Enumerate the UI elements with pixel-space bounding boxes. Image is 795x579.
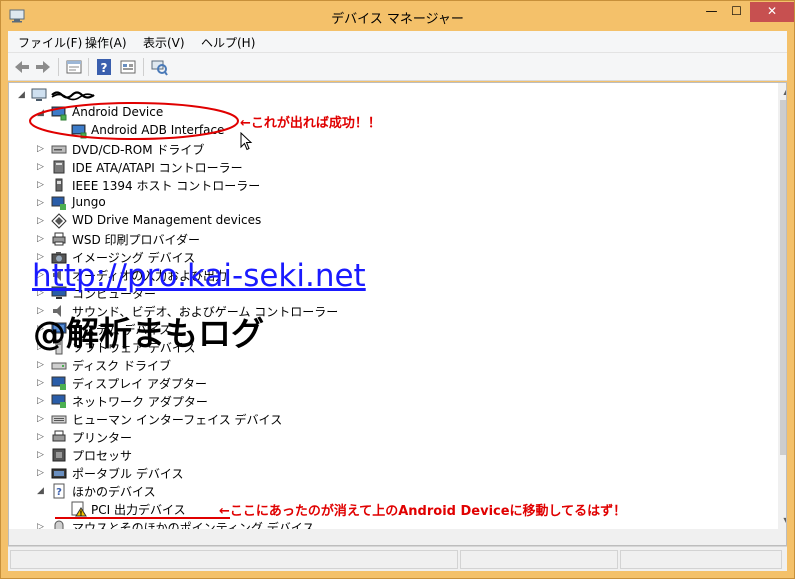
scroll-up-icon[interactable]: ▲: [778, 83, 786, 100]
tree-node-label: IDE ATA/ATAPI コントローラー: [72, 161, 243, 175]
menu-action[interactable]: 操作(A): [85, 34, 127, 51]
portable-icon: [51, 468, 67, 479]
wd-icon: [51, 213, 67, 229]
highlight-ellipse: [29, 102, 239, 140]
display-icon: [51, 376, 66, 390]
menu-file[interactable]: ファイル(F): [18, 34, 82, 51]
scan-hardware-icon[interactable]: [149, 57, 169, 77]
tree-node-ide[interactable]: ▷ IDE ATA/ATAPI コントローラー: [9, 158, 769, 176]
expand-arrow-icon[interactable]: ▷: [37, 197, 46, 209]
tree-node-other-devices[interactable]: ◢ ? ほかのデバイス: [9, 482, 769, 500]
expand-arrow-icon[interactable]: ▷: [37, 395, 46, 407]
scrollbar-corner: [778, 529, 786, 545]
dvd-icon: [51, 145, 67, 154]
forward-icon[interactable]: [33, 57, 53, 77]
network-icon: [51, 394, 66, 408]
expand-arrow-icon[interactable]: ▷: [37, 413, 46, 425]
back-icon[interactable]: [12, 57, 32, 77]
tree-node-label: DVD/CD-ROM ドライブ: [72, 143, 205, 157]
tree-node-ieee1394[interactable]: ▷ IEEE 1394 ホスト コントローラー: [9, 176, 769, 194]
tree-node-label: WD Drive Management devices: [72, 213, 262, 227]
expand-arrow-icon[interactable]: ▷: [37, 161, 46, 173]
scroll-thumb[interactable]: [780, 100, 786, 455]
tree-node-display[interactable]: ▷ ディスプレイ アダプター: [9, 374, 769, 392]
menu-help[interactable]: ヘルプ(H): [201, 34, 255, 51]
collapse-arrow-icon[interactable]: ◢: [18, 89, 27, 101]
watermark-url: http://pro.kai-seki.net: [32, 258, 366, 294]
window-title: デバイス マネージャー: [331, 12, 464, 27]
tree-node-label: プリンター: [72, 431, 133, 445]
tree-node-label: ディスプレイ アダプター: [72, 377, 207, 391]
status-bar: [8, 546, 787, 571]
svg-text:?: ?: [101, 61, 108, 75]
ide-controller-icon: [53, 160, 65, 174]
tree-node-network[interactable]: ▷ ネットワーク アダプター: [9, 392, 769, 410]
expand-arrow-icon[interactable]: ▷: [37, 179, 46, 191]
menu-bar: ファイル(F) 操作(A) 表示(V) ヘルプ(H): [8, 31, 787, 53]
jungo-icon: [51, 196, 66, 210]
expand-arrow-icon[interactable]: ▷: [37, 377, 46, 389]
expand-arrow-icon[interactable]: ▷: [37, 449, 46, 461]
disk-icon: [51, 362, 67, 370]
status-cell: [620, 550, 782, 569]
expand-arrow-icon[interactable]: ▷: [37, 431, 46, 443]
vertical-scrollbar[interactable]: ▲ ▼: [778, 83, 786, 529]
toolbar-separator: [88, 58, 89, 76]
tree-node-jungo[interactable]: ▷ Jungo: [9, 194, 769, 212]
maximize-button[interactable]: ☐: [724, 2, 749, 22]
mouse-cursor-icon: [240, 132, 253, 151]
printer-icon: [52, 430, 66, 442]
svg-text:?: ?: [56, 487, 62, 498]
tree-node-disk[interactable]: ▷ ディスク ドライブ: [9, 356, 769, 374]
tree-node-wsd[interactable]: ▷ WSD 印刷プロバイダー: [9, 230, 769, 248]
hid-icon: [51, 415, 67, 424]
toolbar: ?: [8, 53, 787, 81]
tree-node-label: IEEE 1394 ホスト コントローラー: [72, 179, 261, 193]
tree-node-label: プロセッサ: [72, 449, 133, 463]
tree-node-dvd[interactable]: ▷ DVD/CD-ROM ドライブ: [9, 140, 769, 158]
moved-annotation: ←ここにあったのが消えて上のAndroid Deviceに移動してるはず！: [219, 504, 627, 519]
tree-node-processor[interactable]: ▷ プロセッサ: [9, 446, 769, 464]
expand-arrow-icon[interactable]: ▷: [37, 215, 46, 227]
menu-view[interactable]: 表示(V): [143, 34, 185, 51]
minimize-button[interactable]: —: [699, 2, 724, 22]
svg-text:!: !: [79, 510, 82, 518]
horizontal-scrollbar[interactable]: [9, 529, 778, 545]
scroll-down-icon[interactable]: ▼: [778, 512, 786, 529]
tree-node-printer[interactable]: ▷ プリンター: [9, 428, 769, 446]
tree-node-label: ヒューマン インターフェイス デバイス: [72, 413, 283, 427]
tree-node-label: Jungo: [72, 195, 106, 209]
expand-arrow-icon[interactable]: ▷: [37, 143, 46, 155]
other-device-icon: ?: [53, 483, 65, 499]
title-bar[interactable]: デバイス マネージャー — ☐ ✕: [1, 1, 794, 31]
status-cell: [460, 550, 618, 569]
close-button[interactable]: ✕: [750, 2, 794, 22]
success-annotation: ←これが出れば成功！！: [240, 116, 381, 131]
collapse-arrow-icon[interactable]: ◢: [37, 485, 46, 497]
processor-icon: [52, 448, 66, 462]
tree-node-label: ディスク ドライブ: [72, 359, 171, 373]
tree-node-label: ネットワーク アダプター: [72, 395, 208, 409]
expand-arrow-icon[interactable]: ▷: [37, 359, 46, 371]
tree-node-hid[interactable]: ▷ ヒューマン インターフェイス デバイス: [9, 410, 769, 428]
tree-node-label: ポータブル デバイス: [72, 467, 184, 481]
status-cell: [10, 550, 458, 569]
printer-provider-icon: [52, 232, 66, 246]
tree-node-wd[interactable]: ▷ WD Drive Management devices: [9, 212, 769, 230]
red-underline: [55, 517, 230, 519]
tree-node-label: PCI 出力デバイス: [91, 503, 186, 517]
properties-icon[interactable]: [64, 57, 84, 77]
warning-device-icon: !: [71, 501, 87, 517]
help-icon[interactable]: ?: [94, 57, 114, 77]
toolbar-separator: [58, 58, 59, 76]
show-hidden-icon[interactable]: [118, 57, 138, 77]
toolbar-separator: [143, 58, 144, 76]
expand-arrow-icon[interactable]: ▷: [37, 233, 46, 245]
ieee1394-icon: [55, 178, 63, 192]
expand-arrow-icon[interactable]: ▷: [37, 467, 46, 479]
tree-node-label: ほかのデバイス: [72, 485, 156, 499]
watermark-blog-name: @解析まもログ: [33, 314, 264, 353]
tree-node-label: WSD 印刷プロバイダー: [72, 233, 201, 247]
tree-node-portable[interactable]: ▷ ポータブル デバイス: [9, 464, 769, 482]
